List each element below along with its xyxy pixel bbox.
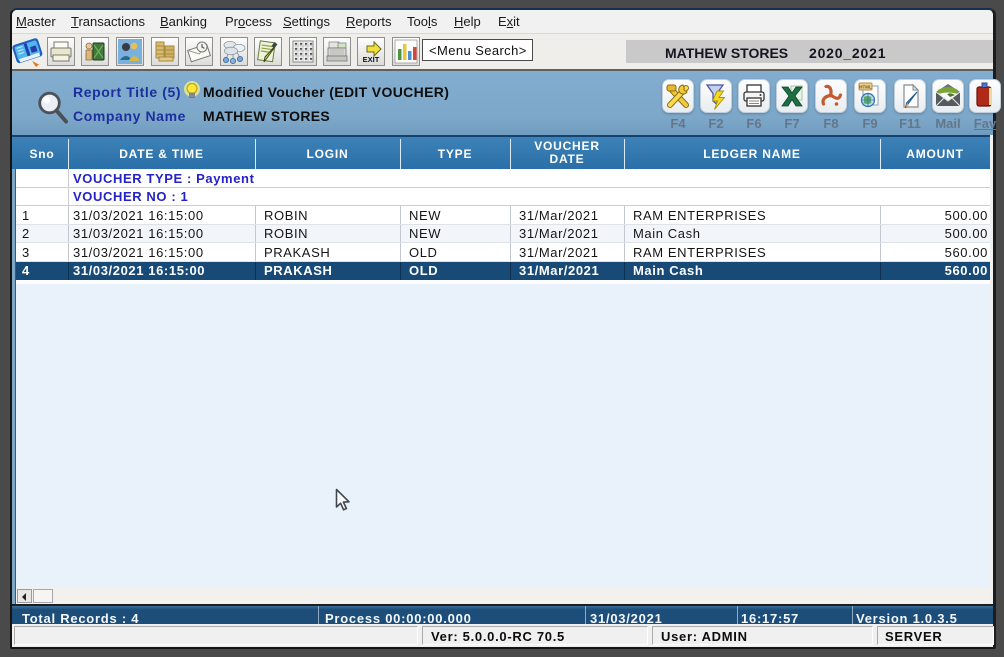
svg-text:HTML: HTML (859, 85, 872, 90)
svg-text:EXIT: EXIT (363, 55, 380, 64)
